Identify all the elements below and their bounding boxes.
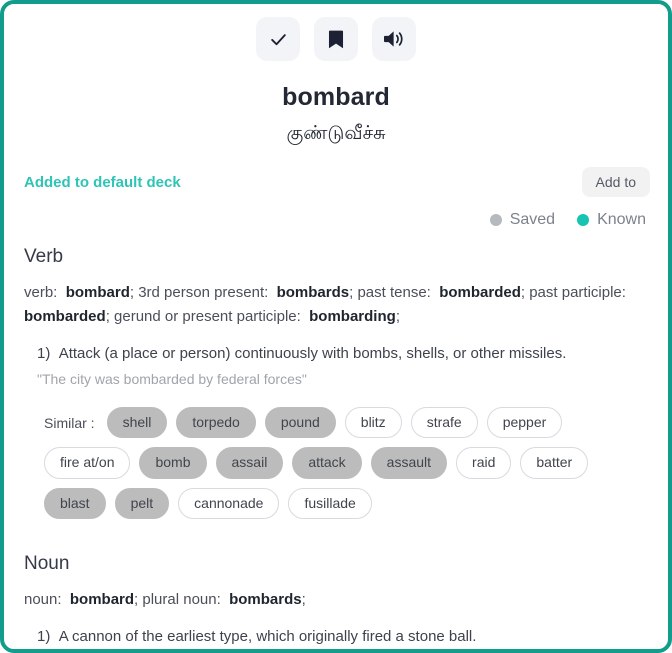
legend-item-known[interactable]: Known xyxy=(577,211,646,229)
similar-chip[interactable]: torpedo xyxy=(176,406,256,439)
headword: bombard xyxy=(282,83,390,111)
similar-chip[interactable]: pound xyxy=(264,406,336,439)
word-detail-card: bombard குண்டுவீச்சு Added to default de… xyxy=(0,0,672,653)
similar-chip[interactable]: blitz xyxy=(344,406,402,439)
similar-chip[interactable]: bomb xyxy=(139,447,207,479)
similar-chip[interactable]: attack xyxy=(292,447,362,479)
similar-words-block: Similar : shell torpedo pound blitz stra… xyxy=(24,406,648,520)
bookmark-icon xyxy=(328,30,344,49)
word-forms-verb: verb: bombard; 3rd person present: bomba… xyxy=(24,284,631,326)
sense-text: A cannon of the earliest type, which ori… xyxy=(58,627,477,645)
similar-row-1: Similar : shell torpedo pound blitz stra… xyxy=(44,406,648,439)
known-status-dot xyxy=(577,214,590,226)
similar-label: Similar : xyxy=(44,414,95,431)
sense-text: Attack (a place or person) continuously … xyxy=(58,344,567,362)
saved-label: Saved xyxy=(509,211,556,228)
deck-row: Added to default deck Add to xyxy=(4,167,668,197)
speaker-icon xyxy=(383,29,405,49)
section-verb: Verb verb: bombard; 3rd person present: … xyxy=(24,246,648,390)
pos-heading-verb: Verb xyxy=(24,246,64,267)
status-legend: Saved Known xyxy=(4,211,668,229)
pronounce-button[interactable] xyxy=(372,17,416,61)
similar-chip[interactable]: cannonade xyxy=(178,487,280,520)
definition-body: Verb verb: bombard; 3rd person present: … xyxy=(4,246,668,647)
similar-chip[interactable]: blast xyxy=(44,487,106,520)
sense-number: 1) xyxy=(37,344,51,362)
translation: குண்டுவீச்சு xyxy=(286,123,386,144)
bookmark-button[interactable] xyxy=(314,17,358,61)
sense-noun-1: 1) A cannon of the earliest type, which … xyxy=(24,626,648,648)
similar-chip[interactable]: assault xyxy=(370,447,448,479)
word-forms-noun: noun: bombard; plural noun: bombards; xyxy=(24,591,306,609)
sense-example-quote: "The city was bombarded by federal force… xyxy=(37,371,307,388)
similar-chip[interactable]: fire at/on xyxy=(44,447,131,479)
known-label: Known xyxy=(597,211,646,228)
similar-row-2: fire at/on bomb assail attack assault ra… xyxy=(44,447,648,479)
mark-known-button[interactable] xyxy=(256,17,300,61)
deck-status-text: Added to default deck xyxy=(24,173,181,191)
similar-chip[interactable]: fusillade xyxy=(288,487,372,520)
similar-row-3: blast pelt cannonade fusillade xyxy=(44,487,648,520)
similar-chip[interactable]: pelt xyxy=(114,487,170,520)
similar-chip[interactable]: raid xyxy=(456,447,512,479)
section-noun: Noun noun: bombard; plural noun: bombard… xyxy=(24,553,648,647)
pos-heading-noun: Noun xyxy=(24,553,70,575)
saved-status-dot xyxy=(489,214,502,226)
add-to-button[interactable]: Add to xyxy=(581,167,650,197)
sense-number: 1) xyxy=(37,627,51,645)
similar-chip[interactable]: strafe xyxy=(410,406,478,439)
similar-chip[interactable]: batter xyxy=(520,447,589,479)
check-icon xyxy=(269,30,288,49)
similar-chip[interactable]: pepper xyxy=(486,406,563,439)
legend-item-saved[interactable]: Saved xyxy=(489,211,556,229)
sense-verb-1: 1) Attack (a place or person) continuous… xyxy=(24,343,648,390)
action-toolbar xyxy=(4,4,668,61)
similar-chip[interactable]: assail xyxy=(215,447,284,479)
similar-chip[interactable]: shell xyxy=(106,406,168,439)
